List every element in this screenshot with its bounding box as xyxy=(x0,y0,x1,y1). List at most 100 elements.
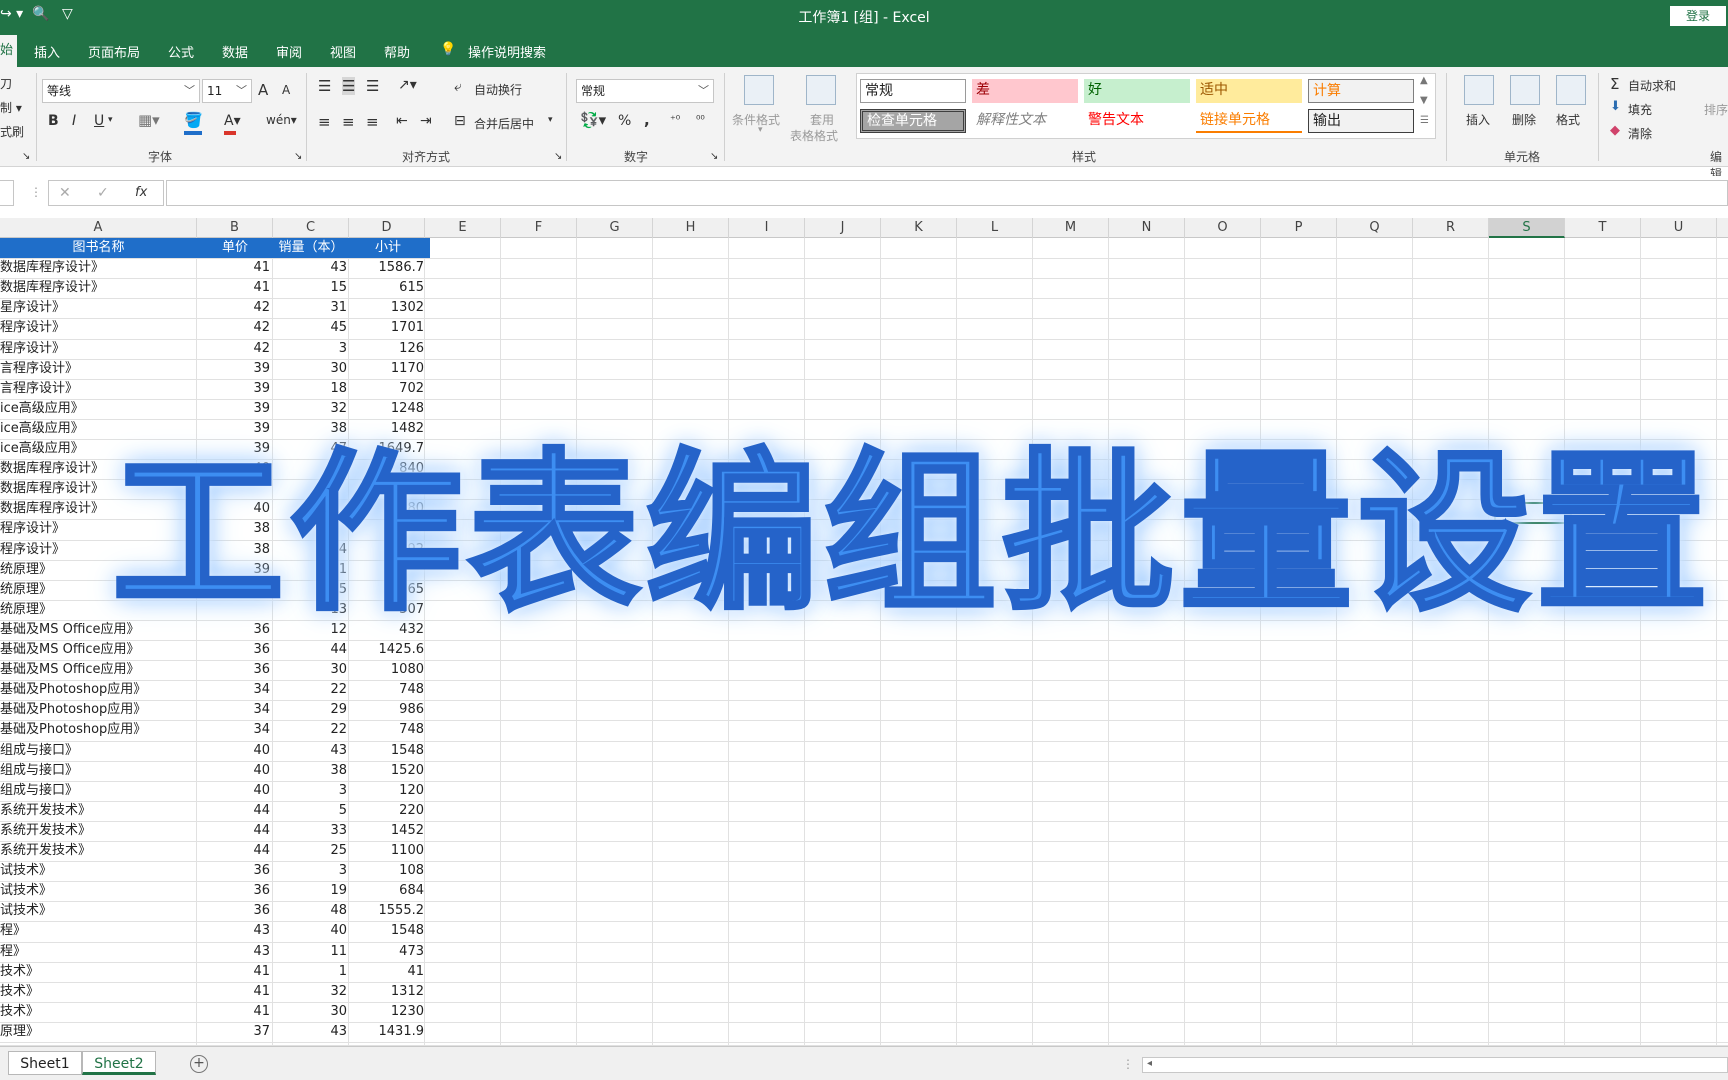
cell-sales[interactable]: 32 xyxy=(273,982,349,1002)
cell-price[interactable]: 41 xyxy=(198,278,272,298)
style-check-cell[interactable]: 检查单元格 xyxy=(860,109,966,133)
bold-button[interactable]: B xyxy=(48,113,59,129)
cell-sales[interactable]: 30 xyxy=(273,359,349,379)
cell-sales[interactable]: 19 xyxy=(273,881,349,901)
tell-me-search[interactable]: 操作说明搜索 xyxy=(468,42,546,61)
cell-subtotal[interactable]: 702 xyxy=(350,379,426,399)
cell-title[interactable]: 系统开发技术》 xyxy=(0,841,197,861)
cell-subtotal[interactable]: 1548 xyxy=(350,921,426,941)
cell-title[interactable]: 数据库程序设计》 xyxy=(0,258,197,278)
increase-decimal-icon[interactable]: ⁺⁰ xyxy=(670,113,680,126)
currency-icon[interactable]: 💱▾ xyxy=(580,111,606,129)
cell-title[interactable]: 程序设计》 xyxy=(0,318,197,338)
autosum-icon[interactable]: Σ xyxy=(1610,75,1619,93)
align-bottom-icon[interactable]: ☰ xyxy=(366,77,379,95)
format-cells-icon[interactable] xyxy=(1556,75,1586,105)
cell-subtotal[interactable]: 1701 xyxy=(350,318,426,338)
tab-view[interactable]: 视图 xyxy=(330,42,356,61)
cell-price[interactable]: 43 xyxy=(198,942,272,962)
tab-page-layout[interactable]: 页面布局 xyxy=(88,42,140,61)
cell-subtotal[interactable]: 1555.2 xyxy=(350,901,426,921)
cell-title[interactable]: 原理》 xyxy=(0,1022,197,1042)
cell-title[interactable]: 言程序设计》 xyxy=(0,379,197,399)
cell-price[interactable]: 36 xyxy=(198,861,272,881)
cell-sales[interactable]: 15 xyxy=(273,278,349,298)
cell-subtotal[interactable]: 小计 xyxy=(350,238,426,258)
cell-price[interactable]: 40 xyxy=(198,761,272,781)
cell-price[interactable]: 36 xyxy=(198,640,272,660)
style-good[interactable]: 好 xyxy=(1084,79,1190,103)
column-header-t[interactable]: T xyxy=(1565,218,1641,238)
cell-price[interactable]: 42 xyxy=(198,318,272,338)
gallery-up-icon[interactable]: ▲ xyxy=(1420,75,1428,86)
cell-subtotal[interactable]: 1248 xyxy=(350,399,426,419)
column-header-r[interactable]: R xyxy=(1413,218,1489,238)
cell-title[interactable]: 技术》 xyxy=(0,1002,197,1022)
format-cells-button[interactable]: 格式 xyxy=(1556,111,1580,128)
style-calculation[interactable]: 计算 xyxy=(1308,79,1414,103)
cell-price[interactable]: 41 xyxy=(198,258,272,278)
cell-price[interactable]: 44 xyxy=(198,801,272,821)
conditional-format-icon[interactable] xyxy=(744,75,774,105)
login-button[interactable]: 登录 xyxy=(1670,6,1726,26)
cell-subtotal[interactable]: 1586.7 xyxy=(350,258,426,278)
cell-title[interactable]: 组成与接口》 xyxy=(0,761,197,781)
cell-subtotal[interactable]: 41 xyxy=(350,962,426,982)
align-right-icon[interactable]: ≡ xyxy=(366,113,379,131)
cell-sales[interactable]: 43 xyxy=(273,741,349,761)
shrink-font-button[interactable]: A xyxy=(282,83,290,97)
cell-sales[interactable]: 31 xyxy=(273,298,349,318)
font-color-icon[interactable]: A▾ xyxy=(224,113,241,129)
table-format-icon[interactable] xyxy=(806,75,836,105)
formula-input[interactable] xyxy=(166,180,1728,206)
sheet-tab-sheet1[interactable]: Sheet1 xyxy=(8,1051,82,1075)
column-header-i[interactable]: I xyxy=(729,218,805,238)
cell-title[interactable]: 言程序设计》 xyxy=(0,359,197,379)
cell-sales[interactable]: 30 xyxy=(273,1002,349,1022)
increase-indent-icon[interactable]: ⇥ xyxy=(420,113,432,129)
cell-subtotal[interactable]: 748 xyxy=(350,680,426,700)
cell-price[interactable]: 39 xyxy=(198,359,272,379)
enter-icon[interactable]: ✓ xyxy=(97,185,109,201)
chevron-down-icon[interactable]: ▾ xyxy=(758,125,763,135)
column-header-h[interactable]: H xyxy=(653,218,729,238)
cell-subtotal[interactable]: 126 xyxy=(350,339,426,359)
cell-sales[interactable]: 3 xyxy=(273,861,349,881)
wrap-text-button[interactable]: 自动换行 xyxy=(474,81,522,98)
cell-sales[interactable]: 38 xyxy=(273,761,349,781)
style-explanatory[interactable]: 解释性文本 xyxy=(972,109,1078,133)
fill-button[interactable]: 填充 xyxy=(1628,101,1652,118)
copy-button[interactable]: 制 ▾ xyxy=(0,99,22,116)
cell-price[interactable]: 36 xyxy=(198,660,272,680)
alignment-launcher-icon[interactable]: ↘ xyxy=(554,151,562,162)
cell-sales[interactable]: 1 xyxy=(273,962,349,982)
cell-price[interactable]: 36 xyxy=(198,881,272,901)
cell-title[interactable]: 程》 xyxy=(0,942,197,962)
chevron-down-icon[interactable]: ▾ xyxy=(108,115,113,125)
sort-filter-button[interactable]: 排序 xyxy=(1704,101,1728,118)
style-warning[interactable]: 警告文本 xyxy=(1084,109,1190,133)
cell-subtotal[interactable]: 1520 xyxy=(350,761,426,781)
cell-sales[interactable]: 5 xyxy=(273,801,349,821)
cell-price[interactable]: 34 xyxy=(198,720,272,740)
tab-review[interactable]: 审阅 xyxy=(276,42,302,61)
cell-title[interactable]: 技术》 xyxy=(0,982,197,1002)
column-header-n[interactable]: N xyxy=(1109,218,1185,238)
cell-subtotal[interactable]: 1452 xyxy=(350,821,426,841)
cell-subtotal[interactable]: 1431.9 xyxy=(350,1022,426,1042)
fill-down-icon[interactable]: ⬇ xyxy=(1610,99,1621,114)
cancel-icon[interactable]: ✕ xyxy=(59,185,71,201)
cell-title[interactable]: 试技术》 xyxy=(0,881,197,901)
gallery-down-icon[interactable]: ▼ xyxy=(1420,95,1428,106)
cell-subtotal[interactable]: 986 xyxy=(350,700,426,720)
wrap-text-icon[interactable]: ⤶ xyxy=(454,79,462,95)
clipboard-launcher-icon[interactable]: ↘ xyxy=(22,151,30,162)
cell-title[interactable]: 试技术》 xyxy=(0,901,197,921)
cell-sales[interactable]: 48 xyxy=(273,901,349,921)
cell-subtotal[interactable]: 1080 xyxy=(350,660,426,680)
cell-title[interactable]: 试技术》 xyxy=(0,861,197,881)
cell-sales[interactable]: 30 xyxy=(273,660,349,680)
cell-title[interactable]: 基础及MS Office应用》 xyxy=(0,640,197,660)
column-header-f[interactable]: F xyxy=(501,218,577,238)
cell-price[interactable]: 41 xyxy=(198,962,272,982)
